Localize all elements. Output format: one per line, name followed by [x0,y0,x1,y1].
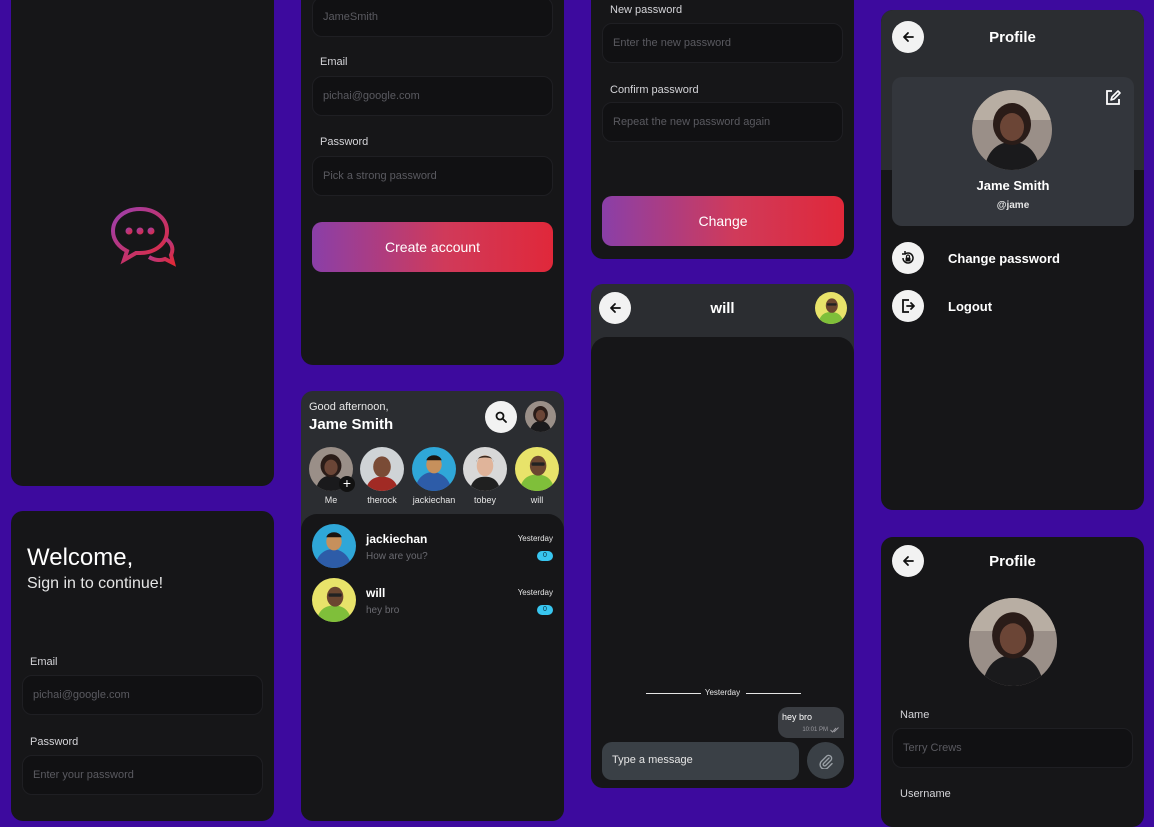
story-name: tobey [473,495,497,505]
confirm-password-label: Confirm password [610,84,699,96]
chat-logo-icon [110,205,176,267]
user-name: Jame Smith [309,416,394,433]
menu-item-logout[interactable]: Logout [892,290,1134,322]
avatar [972,90,1052,170]
paperclip-icon [818,754,833,769]
story-name: therock [367,495,397,505]
chat-screen: will Yesterday hey bro 10:01 PM Type a m… [591,284,854,788]
name-field[interactable]: Terry Crews [892,728,1133,768]
unread-badge: 0 [537,551,553,561]
message-bubble: hey bro 10:01 PM [778,707,844,738]
username-field[interactable]: JameSmith [312,0,553,37]
home-screen: Good afternoon, Jame Smith + Me therock … [301,391,564,821]
message-input[interactable]: Type a message [602,742,799,780]
list-item[interactable]: jackiechan How are you? Yesterday 0 [301,524,564,570]
chat-time: Yesterday [517,588,553,597]
avatar [312,524,356,568]
chat-name: will [366,586,386,600]
menu-label: Logout [948,299,993,314]
profile-screen: Profile Jame Smith @jame Change password… [881,10,1144,510]
logout-icon [892,290,924,322]
avatar[interactable] [969,598,1057,686]
create-account-button[interactable]: Create account [312,222,553,272]
avatar [312,578,356,622]
welcome-subtitle: Sign in to continue! [27,575,164,592]
profile-card: Jame Smith @jame [892,77,1134,226]
menu-label: Change password [948,251,1060,266]
email-label: Email [320,56,348,68]
new-password-label: New password [610,4,683,16]
story-avatar-therock[interactable] [360,447,404,491]
message-area: Yesterday hey bro 10:01 PM Type a messag… [591,337,854,788]
double-check-icon [830,727,839,733]
login-screen: Welcome, Sign in to continue! Email pich… [11,511,274,821]
add-story-icon[interactable]: + [339,476,355,492]
email-label: Email [30,656,58,668]
lock-reset-icon [892,242,924,274]
search-icon [495,411,507,423]
edit-icon[interactable] [1104,89,1122,107]
search-button[interactable] [485,401,517,433]
divider-line [746,693,801,694]
username-label: Username [900,788,951,800]
chat-preview: How are you? [366,551,428,562]
email-field[interactable]: pichai@google.com [22,675,263,715]
message-text: hey bro [782,712,813,722]
change-button[interactable]: Change [602,196,844,246]
attach-button[interactable] [807,742,844,779]
chat-list: jackiechan How are you? Yesterday 0 will… [301,514,564,821]
profile-handle: @jame [996,200,1030,211]
password-field[interactable]: Enter your password [22,755,263,795]
avatar[interactable] [525,401,556,432]
story-avatar-jackiechan[interactable] [412,447,456,491]
signup-screen: JameSmith Email pichai@google.com Passwo… [301,0,564,365]
new-password-field[interactable]: Enter the new password [602,23,843,63]
name-label: Name [900,709,930,721]
menu-item-change-password[interactable]: Change password [892,242,1134,274]
story-name: jackiechan [412,495,456,505]
chat-preview: hey bro [366,605,400,616]
change-password-screen: New password Enter the new password Conf… [591,0,854,259]
chat-time: Yesterday [517,534,553,543]
profile-name: Jame Smith [976,178,1050,193]
unread-badge: 0 [537,605,553,615]
avatar[interactable] [815,292,847,324]
page-title: Profile [989,553,1036,570]
story-name: Me [324,495,338,505]
date-divider: Yesterday [704,688,741,697]
list-item[interactable]: will hey bro Yesterday 0 [301,578,564,624]
edit-profile-screen: Profile Name Terry Crews Username [881,537,1144,827]
password-field[interactable]: Pick a strong password [312,156,553,196]
story-name: will [530,495,544,505]
page-title: Profile [989,29,1036,46]
password-label: Password [320,136,369,148]
password-label: Password [30,736,79,748]
splash-screen [11,0,274,486]
confirm-password-field[interactable]: Repeat the new password again [602,102,843,142]
email-field[interactable]: pichai@google.com [312,76,553,116]
welcome-heading: Welcome, [27,544,134,571]
message-time: 10:01 PM [802,727,828,733]
greeting: Good afternoon, [309,401,389,413]
story-avatar-will[interactable] [515,447,559,491]
chat-name: jackiechan [366,532,428,546]
story-avatar-tobey[interactable] [463,447,507,491]
